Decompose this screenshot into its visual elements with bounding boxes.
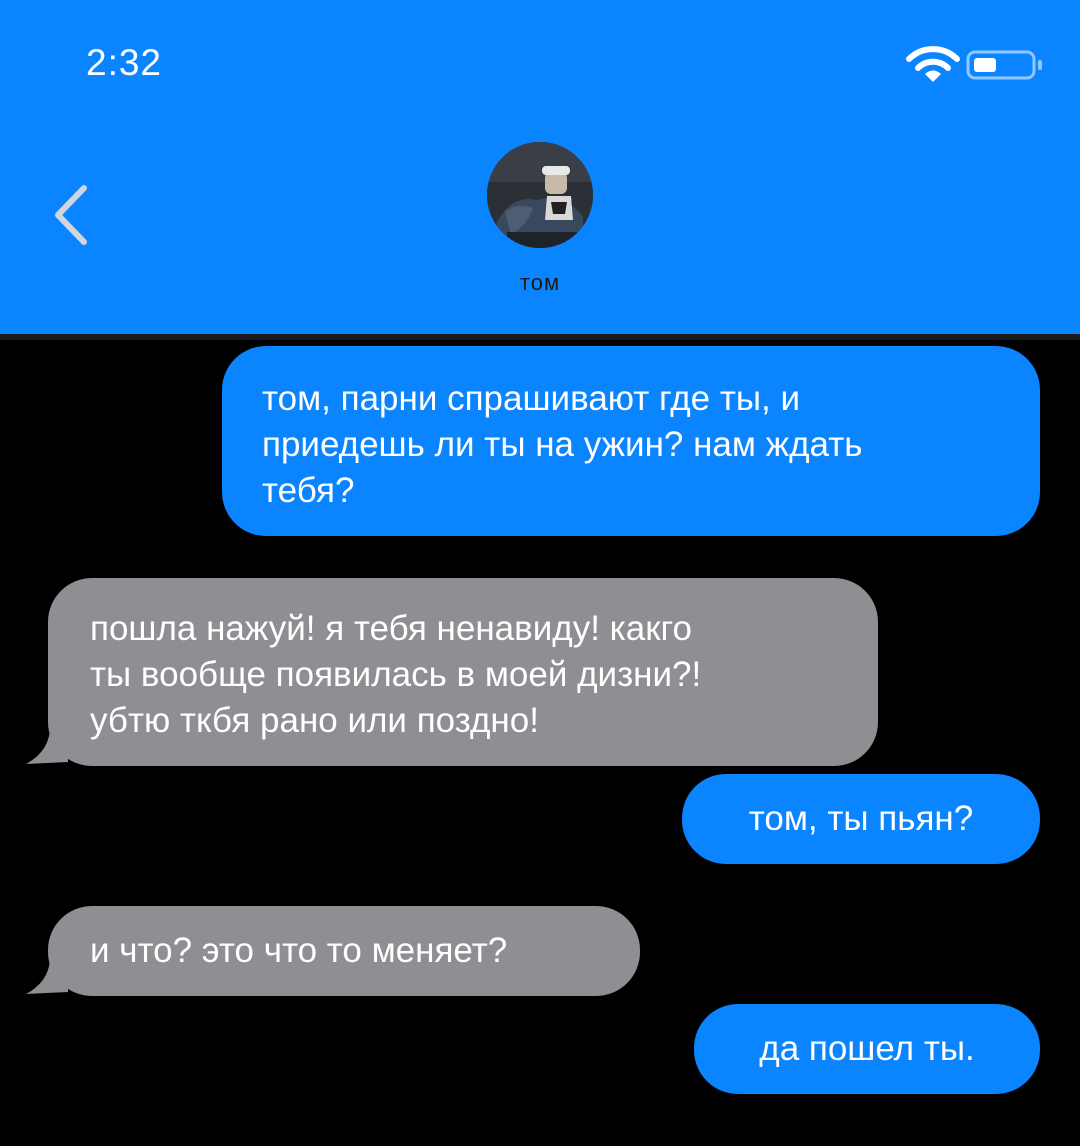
status-time: 2:32	[86, 42, 163, 83]
message-bubble-outgoing[interactable]: том, парни спрашивают где ты, и приедешь…	[222, 346, 1040, 536]
contact-name[interactable]: том	[440, 270, 640, 296]
message-bubble-incoming[interactable]: пошла нажуй! я тебя ненавиду! какго ты в…	[48, 578, 878, 766]
message-text: да пошел ты.	[759, 1029, 975, 1068]
battery-icon	[966, 50, 1042, 80]
message-bubble-incoming[interactable]: и что? это что то меняет?	[48, 906, 640, 996]
back-button[interactable]	[44, 180, 100, 250]
avatar[interactable]	[487, 142, 593, 248]
chat-header: 2:32 том	[0, 0, 1080, 334]
chevron-left-icon	[55, 185, 87, 245]
wifi-icon	[906, 46, 960, 82]
avatar-photo	[487, 142, 593, 248]
message-bubble-outgoing[interactable]: да пошел ты.	[694, 1004, 1040, 1094]
message-text: том, парни спрашивают где ты, и приедешь…	[262, 379, 863, 510]
chat-screen: 2:32 том том, парни спрашивают где ты, и…	[0, 0, 1080, 1146]
message-text: том, ты пьян?	[748, 799, 974, 838]
message-text: пошла нажуй! я тебя ненавиду! какго ты в…	[90, 609, 702, 740]
message-text: и что? это что то меняет?	[90, 931, 508, 970]
message-bubble-outgoing[interactable]: том, ты пьян?	[682, 774, 1040, 864]
header-divider	[0, 334, 1080, 340]
